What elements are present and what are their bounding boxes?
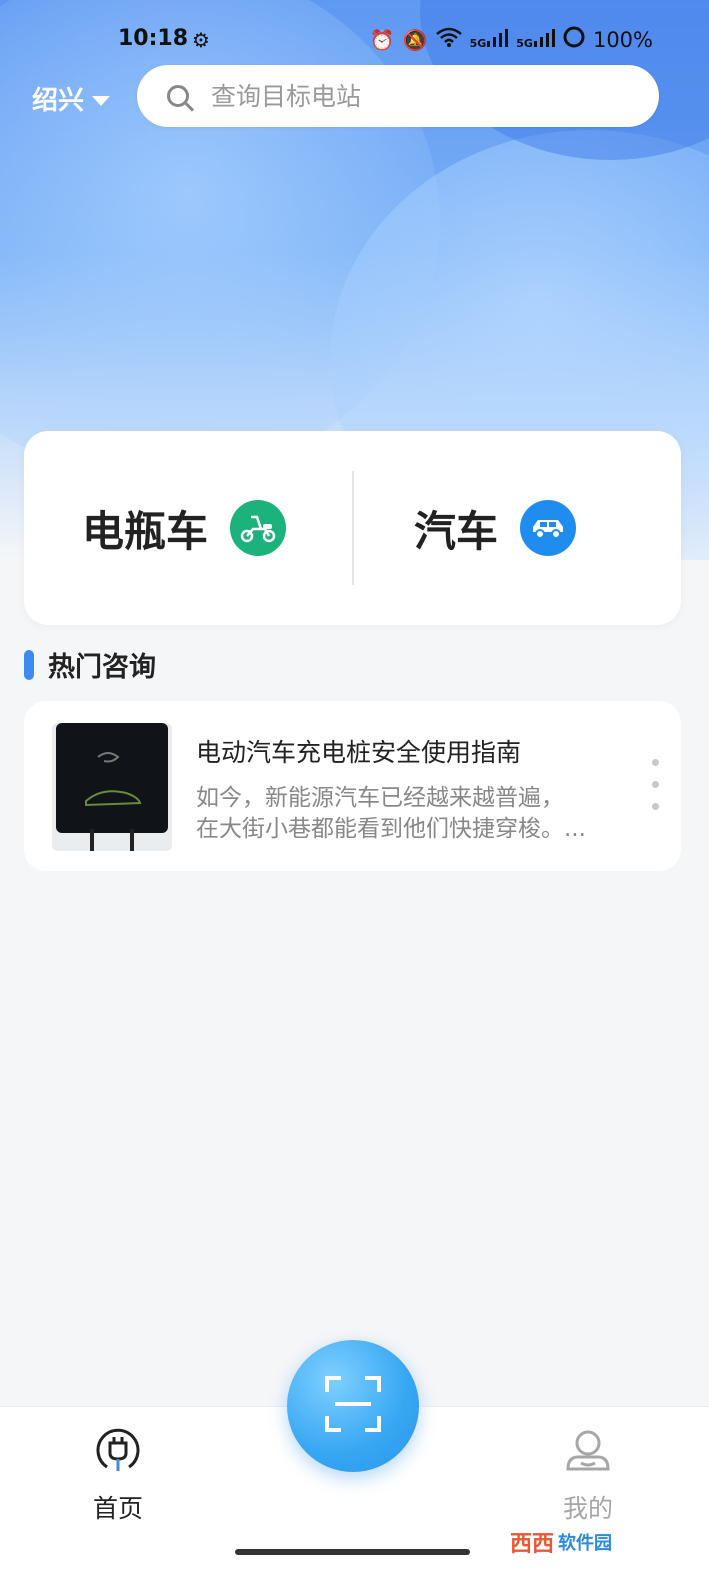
search-bar[interactable] [137,65,659,127]
charging-plug-icon [93,1427,143,1481]
home-indicator[interactable] [235,1549,470,1555]
news-thumbnail [52,723,172,851]
battery-icon [563,26,585,53]
chevron-down-icon [92,95,111,106]
category-ebike-label: 电瓶车 [82,506,209,556]
status-bar: 10:18 ⚙ ⏰ 🔕 5G 5G 100% [0,26,709,58]
city-selector[interactable]: 绍兴 [32,80,111,117]
watermark-brand: 西西 [510,1532,555,1557]
signal-icon-2: 5G [516,29,555,50]
status-time: 10:18 [118,26,189,51]
category-car[interactable]: 汽车 [414,431,577,625]
settings-status-icon: ⚙ [192,28,210,52]
hot-news-header: 热门咨询 [24,645,156,684]
section-accent-bar [24,649,34,680]
category-divider [352,471,354,585]
scan-icon [323,1374,383,1438]
search-icon [167,85,189,107]
wifi-icon [435,27,462,52]
category-car-label: 汽车 [414,506,499,556]
more-options-icon[interactable] [652,759,659,810]
alarm-icon: ⏰ [369,27,395,52]
tab-home-label: 首页 [92,1494,143,1523]
search-input[interactable] [209,80,613,112]
mute-icon: 🔕 [402,27,428,52]
news-card[interactable]: 电动汽车充电桩安全使用指南 如今，新能源汽车已经越来越普遍， 在大街小巷都能看到… [24,701,681,871]
battery-level: 100% [592,27,653,52]
car-icon [520,500,577,556]
tab-mine[interactable]: 我的 [528,1427,648,1525]
category-ebike[interactable]: 电瓶车 [82,431,287,625]
news-desc-line2: 在大街小巷都能看到他们快捷穿梭。... [196,816,586,842]
scooter-icon [230,500,287,556]
watermark-site: 软件园 [558,1533,613,1554]
news-desc-line1: 如今，新能源汽车已经越来越普遍， [196,785,564,811]
watermark-logo: 西西 软件园 [510,1522,685,1562]
news-title: 电动汽车充电桩安全使用指南 [196,738,522,767]
city-label: 绍兴 [32,86,85,116]
scan-button[interactable] [287,1340,419,1472]
news-description: 如今，新能源汽车已经越来越普遍， 在大街小巷都能看到他们快捷穿梭。... [196,783,636,845]
tab-home[interactable]: 首页 [58,1427,178,1525]
tab-mine-label: 我的 [562,1494,613,1523]
vehicle-category-card: 电瓶车 汽车 [24,431,681,625]
section-title: 热门咨询 [48,652,156,683]
signal-icon: 5G [470,29,509,50]
user-icon [563,1427,613,1481]
